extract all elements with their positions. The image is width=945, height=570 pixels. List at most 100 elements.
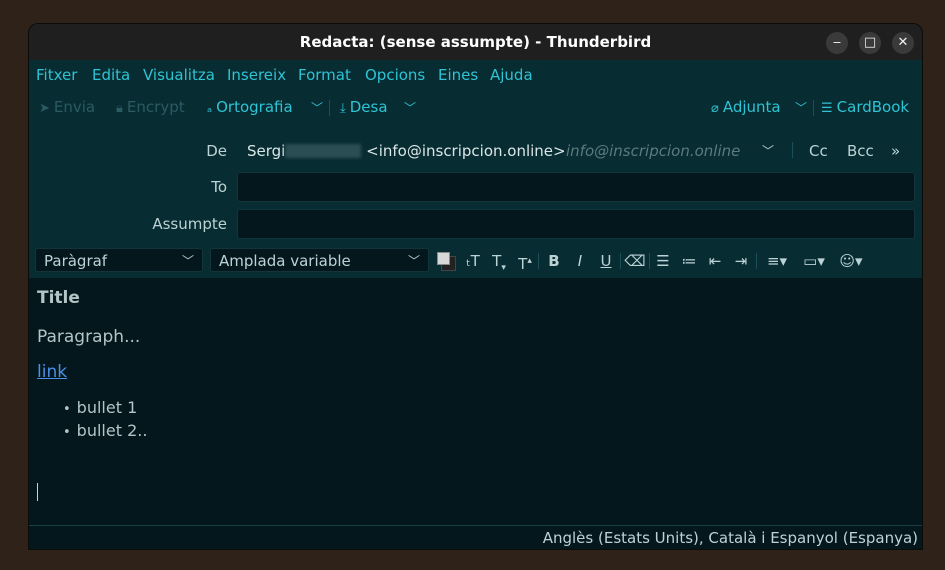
chevron-down-icon: ﹀: [404, 101, 417, 115]
paragraph-style-select[interactable]: Paràgraf ﹀: [35, 248, 203, 272]
list-item: bullet 1: [77, 397, 147, 420]
menu-edita[interactable]: Edita: [92, 66, 130, 84]
message-header: De Sergi <info@inscripcion.online> info@…: [29, 126, 922, 244]
spellcheck-icon: ₐ: [207, 101, 213, 116]
double-chevron-right-icon: »: [891, 142, 901, 160]
font-select[interactable]: Amplada variable ﹀: [210, 248, 429, 272]
paperclip-icon: ⌀: [711, 101, 719, 116]
spellcheck-languages-status[interactable]: Anglès (Estats Units), Català i Espanyol…: [543, 529, 918, 547]
menu-format[interactable]: Format: [298, 66, 351, 84]
menu-bar: Fitxer Edita Visualitza Insereix Format …: [29, 60, 922, 90]
text-larger-icon: T▴: [518, 255, 532, 273]
save-dropdown[interactable]: ﹀: [404, 99, 416, 117]
save-button[interactable]: ⤓ Desa: [340, 98, 388, 118]
cc-button[interactable]: Cc: [809, 142, 828, 160]
format-separator: [756, 253, 757, 269]
subject-field[interactable]: [237, 209, 915, 239]
align-button[interactable]: ≡▾: [762, 250, 792, 272]
numbered-list-icon: ≔: [681, 252, 697, 270]
message-body[interactable]: Title Paragraph... link bullet 1 bullet …: [29, 278, 922, 525]
menu-opcions[interactable]: Opcions: [365, 66, 425, 84]
italic-button[interactable]: I: [569, 250, 591, 272]
send-button[interactable]: ➤ Envia: [39, 98, 95, 118]
cardbook-button[interactable]: ☰ CardBook: [821, 98, 909, 118]
window-title: Redacta: (sense assumpte) - Thunderbird: [299, 33, 652, 51]
body-link[interactable]: link: [37, 362, 67, 382]
close-button[interactable]: ✕: [892, 32, 914, 54]
body-paragraph: Paragraph...: [37, 327, 141, 347]
bullet-list-icon: ☰: [656, 252, 670, 270]
text-cursor: [37, 483, 38, 501]
chevron-down-icon: ﹀: [311, 101, 324, 115]
smiley-icon: ☺▾: [839, 252, 863, 270]
spelling-button[interactable]: ₐ Ortografia: [207, 98, 293, 118]
indent-icon: ⇥: [734, 252, 748, 270]
toolbar-separator: [813, 100, 814, 116]
compose-toolbar: ➤ Envia 🔒︎ Encrypt ₐ Ortografia ﹀ ⤓ Desa ﹀ ⌀…: [29, 90, 922, 126]
numbered-list-button[interactable]: ≔: [678, 250, 700, 272]
decrease-size-button[interactable]: T▾: [488, 250, 510, 273]
encrypt-button[interactable]: 🔒︎ Encrypt: [116, 98, 185, 118]
toolbar-separator: [329, 100, 330, 116]
text-color-swatch: [437, 252, 450, 265]
bcc-button[interactable]: Bcc: [847, 142, 874, 160]
body-heading: Title: [37, 288, 80, 308]
maximize-icon: □: [863, 35, 877, 50]
close-icon: ✕: [897, 35, 909, 50]
attach-button[interactable]: ⌀ Adjunta: [711, 98, 781, 118]
spelling-dropdown[interactable]: ﹀: [311, 99, 323, 117]
increase-size-button[interactable]: T▴: [514, 250, 536, 273]
outdent-button[interactable]: ⇤: [704, 250, 726, 272]
header-separator: [792, 142, 793, 158]
title-bar: Redacta: (sense assumpte) - Thunderbird …: [29, 24, 922, 60]
subject-label: Assumpte: [152, 215, 227, 233]
format-separator: [649, 253, 650, 269]
format-separator: [538, 253, 539, 269]
minimize-button[interactable]: ‒: [826, 32, 848, 54]
download-icon: ⤓: [340, 101, 346, 116]
text-smaller-icon: T▾: [492, 252, 506, 273]
chevron-down-icon: ﹀: [181, 254, 194, 268]
format-separator: [620, 253, 621, 269]
attach-dropdown[interactable]: ﹀: [795, 99, 807, 117]
remove-formatting-button[interactable]: ⌫: [624, 250, 646, 272]
from-identity: info@inscripcion.online: [566, 142, 741, 160]
menu-visualitza[interactable]: Visualitza: [143, 66, 215, 84]
chevron-down-icon: ﹀: [762, 144, 775, 158]
menu-insereix[interactable]: Insereix: [227, 66, 286, 84]
underline-button[interactable]: U: [595, 250, 617, 272]
body-bullet-list: bullet 1 bullet 2..: [77, 397, 148, 443]
indent-button[interactable]: ⇥: [730, 250, 752, 272]
minimize-icon: ‒: [832, 35, 842, 50]
to-label: To: [211, 178, 227, 196]
menu-ajuda[interactable]: Ajuda: [490, 66, 533, 84]
text-size-icon: ₜT: [466, 252, 480, 270]
chevron-down-icon: ﹀: [795, 101, 808, 115]
from-select[interactable]: Sergi <info@inscripcion.online>: [247, 142, 566, 160]
smaller-text-button[interactable]: ₜT: [462, 250, 484, 272]
from-label: De: [206, 142, 227, 160]
color-picker[interactable]: [437, 252, 456, 271]
to-field[interactable]: [237, 172, 915, 202]
menu-fitxer[interactable]: Fitxer: [36, 66, 77, 84]
format-toolbar: Paràgraf ﹀ Amplada variable ﹀ ₜT T▾ T▴ B…: [29, 244, 922, 278]
compose-window: Redacta: (sense assumpte) - Thunderbird …: [29, 24, 922, 549]
menu-eines[interactable]: Eines: [438, 66, 478, 84]
outdent-icon: ⇤: [708, 252, 722, 270]
send-icon: ➤: [39, 101, 50, 116]
insert-image-button[interactable]: ▭▾: [799, 250, 829, 272]
redacted-text: [285, 144, 362, 158]
address-book-icon: ☰: [821, 101, 833, 116]
maximize-button[interactable]: □: [859, 32, 881, 54]
clear-format-icon: ⌫: [624, 252, 646, 270]
insert-emoji-button[interactable]: ☺▾: [836, 250, 866, 272]
lock-icon: 🔒︎: [116, 101, 123, 116]
bold-button[interactable]: B: [543, 250, 565, 272]
status-bar: Anglès (Estats Units), Català i Espanyol…: [29, 525, 922, 549]
chevron-down-icon: ﹀: [407, 254, 420, 268]
more-recipients-button[interactable]: »: [891, 142, 900, 160]
bullet-list-button[interactable]: ☰: [652, 250, 674, 272]
align-left-icon: ≡▾: [766, 252, 788, 270]
from-dropdown[interactable]: ﹀: [762, 142, 774, 160]
list-item: bullet 2..: [77, 420, 148, 443]
